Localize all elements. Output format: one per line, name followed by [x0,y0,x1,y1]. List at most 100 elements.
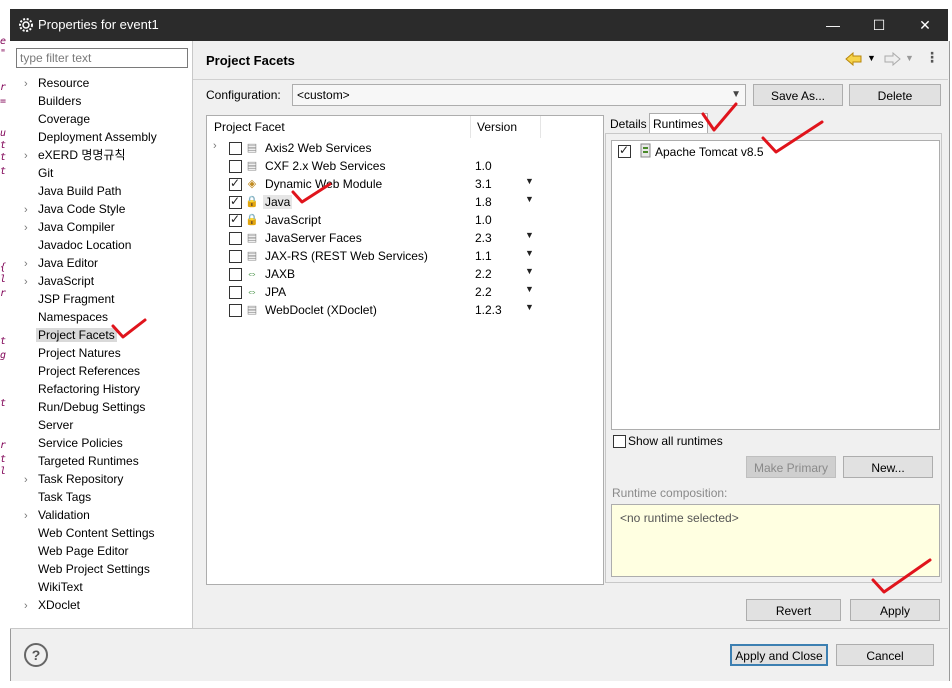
nav-item[interactable]: Deployment Assembly [24,128,159,146]
nav-item[interactable]: › Validation [24,506,92,524]
new-runtime-button[interactable]: New... [843,456,933,478]
chevron-right-icon[interactable]: › [24,75,36,93]
facet-checkbox[interactable] [229,250,242,263]
facet-version: 2.3 [475,231,492,245]
page-icon: ▤ [246,250,258,262]
facet-checkbox[interactable] [229,304,242,317]
chevron-right-icon[interactable]: › [24,507,36,525]
nav-item[interactable]: › Resource [24,74,91,92]
back-arrow-icon[interactable] [845,52,863,66]
nav-item-label: Run/Debug Settings [38,400,146,414]
nav-item[interactable]: Web Page Editor [24,542,131,560]
version-dropdown-icon[interactable]: ▼ [525,302,534,312]
nav-item[interactable]: WikiText [24,578,85,596]
nav-item[interactable]: › Java Code Style [24,200,127,218]
nav-item-label: XDoclet [38,598,81,612]
nav-item[interactable]: Service Policies [24,434,125,452]
chevron-right-icon[interactable]: › [24,471,36,489]
chevron-right-icon[interactable]: › [213,140,217,152]
nav-item[interactable]: Project References [24,362,142,380]
nav-item[interactable]: Coverage [24,110,92,128]
chevron-right-icon[interactable]: › [24,597,36,615]
nav-item[interactable]: Web Content Settings [24,524,157,542]
save-as-button[interactable]: Save As... [753,84,843,106]
facet-row[interactable]: ⇔ JAXB 2.2 ▼ [207,265,601,283]
back-dropdown-icon[interactable]: ▼ [867,53,876,63]
facet-name: JAX-RS (REST Web Services) [265,249,428,263]
runtime-composition-label: Runtime composition: [612,486,728,500]
version-dropdown-icon[interactable]: ▼ [525,248,534,258]
facet-row[interactable]: ▤ WebDoclet (XDoclet) 1.2.3 ▼ [207,301,601,319]
cancel-button[interactable]: Cancel [836,644,934,666]
nav-item[interactable]: Task Tags [24,488,93,506]
tab-details[interactable]: Details [607,114,650,134]
chevron-right-icon[interactable]: › [24,273,36,291]
facet-row[interactable]: 🔒 JavaScript 1.0 [207,211,601,229]
facet-checkbox[interactable] [229,286,242,299]
version-dropdown-icon[interactable]: ▼ [525,194,534,204]
make-primary-button[interactable]: Make Primary [746,456,836,478]
facet-checkbox[interactable] [229,212,242,227]
minimize-button[interactable]: — [810,9,856,41]
facet-row[interactable]: ◈ Dynamic Web Module 3.1 ▼ [207,175,601,193]
nav-item[interactable]: Refactoring History [24,380,142,398]
nav-item[interactable]: › Java Compiler [24,218,117,236]
forward-dropdown-icon[interactable]: ▼ [905,53,914,63]
nav-item[interactable]: Run/Debug Settings [24,398,147,416]
help-icon[interactable]: ? [24,643,48,667]
runtime-item[interactable]: Apache Tomcat v8.5 [612,141,939,161]
nav-item[interactable]: Javadoc Location [24,236,133,254]
facet-checkbox[interactable] [229,176,242,191]
delete-button[interactable]: Delete [849,84,941,106]
view-menu-icon[interactable]: ⋮ [925,49,939,66]
facet-row[interactable]: › ▤ Axis2 Web Services [207,139,601,157]
nav-item[interactable]: Web Project Settings [24,560,152,578]
filter-input[interactable] [16,48,188,68]
apply-button[interactable]: Apply [850,599,940,621]
nav-item[interactable]: Git [24,164,55,182]
maximize-button[interactable]: ☐ [856,9,902,41]
runtime-checkbox[interactable] [618,143,631,158]
facet-checkbox[interactable] [229,232,242,245]
chevron-right-icon[interactable]: › [24,219,36,237]
show-all-runtimes-checkbox[interactable] [613,435,626,448]
version-dropdown-icon[interactable]: ▼ [525,284,534,294]
configuration-select[interactable]: <custom> ▼ [292,84,746,106]
nav-item[interactable]: › eXERD 명명규칙 [24,146,128,164]
nav-item[interactable]: Project Facets [24,326,117,344]
nav-item[interactable]: JSP Fragment [24,290,116,308]
nav-item[interactable]: › JavaScript [24,272,96,290]
nav-item[interactable]: Namespaces [24,308,110,326]
facet-checkbox[interactable] [229,268,242,281]
revert-button[interactable]: Revert [746,599,841,621]
version-dropdown-icon[interactable]: ▼ [525,176,534,186]
window-title: Properties for event1 [38,17,159,32]
tab-runtimes[interactable]: Runtimes [649,113,708,134]
close-button[interactable]: ✕ [902,9,948,41]
facet-checkbox[interactable] [229,160,242,173]
nav-item[interactable]: › Java Editor [24,254,100,272]
chevron-right-icon[interactable]: › [24,147,36,165]
nav-item[interactable]: Java Build Path [24,182,123,200]
nav-item[interactable]: Builders [24,92,83,110]
version-dropdown-icon[interactable]: ▼ [525,266,534,276]
nav-item[interactable]: › Task Repository [24,470,125,488]
chevron-right-icon[interactable]: › [24,255,36,273]
nav-item[interactable]: Server [24,416,75,434]
nav-item-label: JSP Fragment [38,292,115,306]
nav-item[interactable]: › XDoclet [24,596,82,614]
facet-version: 1.0 [475,213,492,227]
forward-arrow-icon[interactable] [883,52,901,66]
facet-row[interactable]: ▤ CXF 2.x Web Services 1.0 [207,157,601,175]
facet-row[interactable]: ▤ JAX-RS (REST Web Services) 1.1 ▼ [207,247,601,265]
version-dropdown-icon[interactable]: ▼ [525,230,534,240]
facet-checkbox[interactable] [229,142,242,155]
facet-row[interactable]: ⇔ JPA 2.2 ▼ [207,283,601,301]
nav-item[interactable]: Project Natures [24,344,123,362]
chevron-right-icon[interactable]: › [24,201,36,219]
facet-row[interactable]: 🔒 Java 1.8 ▼ [207,193,601,211]
apply-and-close-button[interactable]: Apply and Close [730,644,828,666]
facet-checkbox[interactable] [229,194,242,209]
nav-item[interactable]: Targeted Runtimes [24,452,141,470]
facet-row[interactable]: ▤ JavaServer Faces 2.3 ▼ [207,229,601,247]
